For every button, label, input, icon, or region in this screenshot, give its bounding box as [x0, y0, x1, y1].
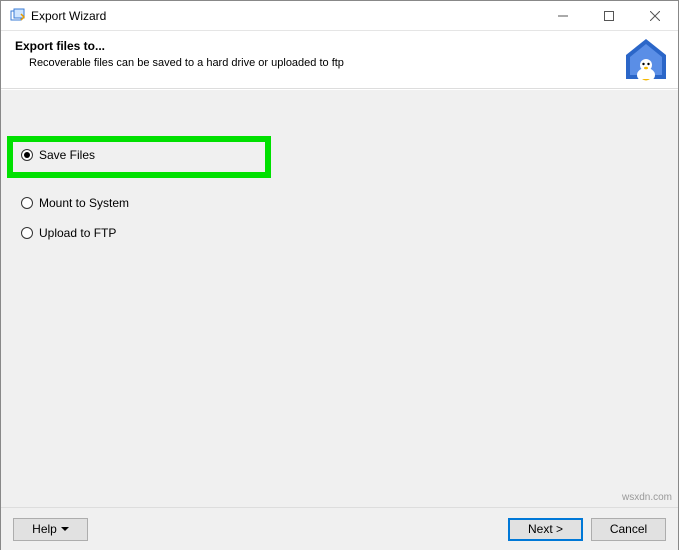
wizard-header: Export files to... Recoverable files can… [1, 31, 678, 89]
radio-button-icon [21, 227, 33, 239]
radio-upload-to-ftp[interactable]: Upload to FTP [21, 226, 116, 240]
radio-button-icon [21, 197, 33, 209]
wizard-content: Save Files Mount to System Upload to FTP… [1, 89, 678, 507]
wizard-subtitle: Recoverable files can be saved to a hard… [29, 57, 664, 69]
window-title: Export Wizard [31, 9, 106, 23]
titlebar: Export Wizard [1, 1, 678, 31]
help-button[interactable]: Help [13, 518, 88, 541]
next-button-label: Next > [528, 522, 563, 536]
wizard-title: Export files to... [15, 39, 664, 53]
help-button-label: Help [32, 522, 57, 536]
cancel-button[interactable]: Cancel [591, 518, 666, 541]
next-button[interactable]: Next > [508, 518, 583, 541]
radio-save-files[interactable]: Save Files [21, 148, 95, 162]
radio-save-files-label: Save Files [39, 148, 95, 162]
close-button[interactable] [632, 1, 678, 31]
chevron-down-icon [61, 527, 69, 531]
maximize-button[interactable] [586, 1, 632, 31]
radio-upload-to-ftp-label: Upload to FTP [39, 226, 116, 240]
radio-mount-to-system[interactable]: Mount to System [21, 196, 129, 210]
wizard-footer: Help Next > Cancel [1, 507, 678, 550]
cancel-button-label: Cancel [610, 522, 647, 536]
minimize-button[interactable] [540, 1, 586, 31]
radio-mount-to-system-label: Mount to System [39, 196, 129, 210]
wizard-logo-icon [620, 35, 672, 87]
watermark-text: wsxdn.com [622, 492, 672, 503]
app-icon [9, 8, 25, 24]
radio-button-icon [21, 149, 33, 161]
